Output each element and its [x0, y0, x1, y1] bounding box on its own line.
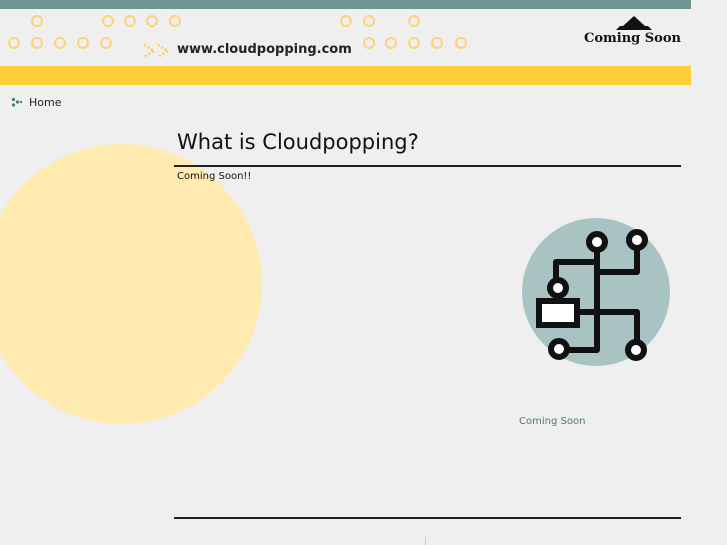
decor-ring	[363, 37, 375, 49]
decor-ring	[8, 37, 20, 49]
decor-ring	[31, 37, 43, 49]
divider-top	[174, 165, 681, 167]
illustration-caption: Coming Soon	[519, 416, 586, 427]
top-accent-bar	[0, 0, 691, 9]
nav-home-label: Home	[29, 96, 62, 109]
decor-ring	[340, 15, 352, 27]
page-title: What is Cloudpopping?	[177, 130, 419, 154]
dots-bullet-icon	[11, 97, 23, 107]
accent-tick	[425, 537, 426, 545]
decor-ring	[455, 37, 467, 49]
decor-ring	[385, 37, 397, 49]
decor-ring	[54, 37, 66, 49]
divider-bottom	[174, 517, 681, 519]
decor-ring	[102, 15, 114, 27]
decor-ring	[77, 37, 89, 49]
decor-ring	[124, 15, 136, 27]
decor-ring	[146, 15, 158, 27]
logo-text: Coming Soon	[584, 31, 681, 46]
decor-ring	[431, 37, 443, 49]
double-chevron-right-icon	[143, 44, 171, 58]
decor-ring	[100, 37, 112, 49]
header-accent-bar	[0, 66, 691, 85]
page-subtitle: Coming Soon!!	[177, 171, 252, 182]
nav-home-link[interactable]: Home	[11, 96, 61, 109]
decor-ring	[408, 15, 420, 27]
decor-ring	[31, 15, 43, 27]
decor-ring	[363, 15, 375, 27]
decorative-circle	[0, 144, 262, 424]
decor-ring	[169, 15, 181, 27]
decor-ring	[408, 37, 420, 49]
site-url-link[interactable]: www.cloudpopping.com	[177, 42, 352, 57]
circuit-board-icon	[522, 218, 670, 366]
